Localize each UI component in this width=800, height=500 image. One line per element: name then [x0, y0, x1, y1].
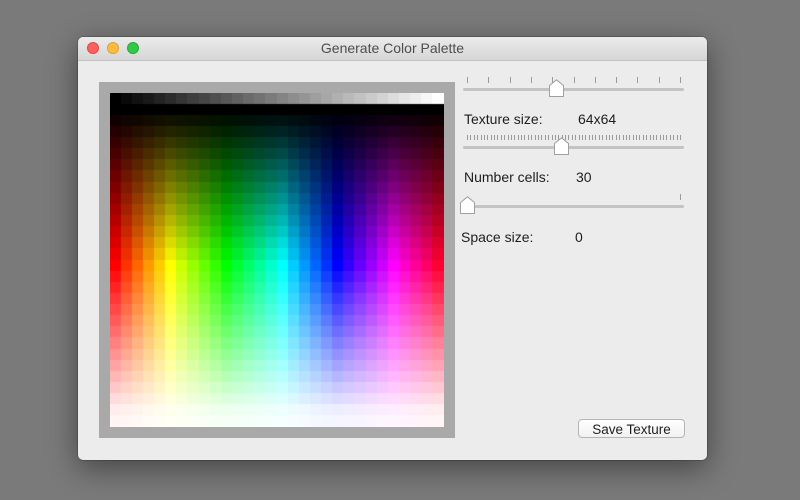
slider-tick — [573, 77, 575, 83]
slider-tick — [531, 135, 533, 140]
number-cells-slider[interactable] — [461, 135, 686, 159]
slider-tick — [497, 135, 499, 140]
slider-tick — [594, 77, 596, 83]
slider-tick — [659, 135, 661, 140]
slider-tick — [500, 135, 502, 140]
slider-tick — [612, 135, 614, 140]
number-cells-label: Number cells: — [464, 169, 550, 185]
slider-tick — [602, 135, 604, 140]
slider-tick — [663, 135, 665, 140]
slider-tick — [632, 135, 634, 140]
slider-tick — [544, 135, 546, 140]
slider-tick — [504, 135, 506, 140]
number-cells-value: 30 — [576, 169, 592, 185]
slider-tick — [527, 135, 529, 140]
slider-tick — [680, 194, 681, 200]
slider-tick — [680, 135, 681, 140]
slider-tick — [666, 135, 668, 140]
slider-tick — [521, 135, 523, 140]
space-size-ticks — [467, 194, 681, 201]
texture-size-thumb[interactable] — [548, 79, 565, 98]
slider-tick — [658, 77, 660, 83]
slider-tick — [477, 135, 479, 140]
slider-tick — [625, 135, 627, 140]
slider-tick — [473, 135, 475, 140]
slider-tick — [676, 135, 678, 140]
slider-tick — [649, 135, 651, 140]
palette-preview-frame — [99, 82, 455, 438]
slider-tick — [524, 135, 526, 140]
texture-size-ticks — [467, 77, 681, 84]
slider-tick — [483, 135, 485, 140]
slider-tick — [605, 135, 607, 140]
slider-tick — [571, 135, 573, 140]
window-title: Generate Color Palette — [320, 40, 465, 56]
slider-tick — [656, 135, 658, 140]
slider-tick — [639, 135, 641, 140]
slider-tick — [494, 135, 496, 140]
slider-tick — [646, 135, 648, 140]
slider-tick — [530, 77, 532, 83]
slider-tick — [510, 135, 512, 140]
slider-tick — [585, 135, 587, 140]
slider-tick — [548, 135, 550, 140]
space-size-track — [463, 205, 684, 208]
slider-tick — [490, 135, 492, 140]
slider-tick — [534, 135, 536, 140]
slider-tick — [642, 135, 644, 140]
title-bar: Generate Color Palette — [78, 37, 707, 61]
space-size-slider[interactable] — [459, 194, 686, 218]
slider-tick — [467, 77, 468, 83]
slider-tick — [578, 135, 580, 140]
slider-tick — [609, 135, 610, 140]
texture-size-slider[interactable] — [461, 77, 686, 101]
slider-tick — [538, 135, 539, 140]
slider-tick — [488, 77, 490, 83]
slider-tick — [487, 135, 489, 140]
slider-tick — [615, 135, 617, 140]
slider-tick — [637, 77, 639, 83]
space-size-label: Space size: — [461, 229, 534, 245]
slider-tick — [592, 135, 594, 140]
number-cells-thumb[interactable] — [553, 137, 570, 156]
slider-tick — [616, 77, 618, 83]
slider-tick — [652, 135, 654, 140]
slider-tick — [509, 77, 511, 83]
slider-tick — [619, 135, 621, 140]
space-size-value: 0 — [575, 229, 583, 245]
slider-tick — [669, 135, 671, 140]
slider-tick — [480, 135, 482, 140]
slider-tick — [595, 135, 597, 140]
palette-window: Generate Color Palette Texture size: 64x… — [78, 37, 707, 460]
slider-tick — [622, 135, 624, 140]
slider-tick — [636, 135, 638, 140]
slider-tick — [507, 135, 509, 140]
texture-size-track — [463, 88, 684, 91]
slider-tick — [517, 135, 519, 140]
save-texture-button[interactable]: Save Texture — [578, 419, 685, 438]
slider-tick — [470, 135, 472, 140]
slider-tick — [581, 135, 583, 140]
number-cells-ticks — [467, 135, 681, 142]
texture-size-label: Texture size: — [464, 111, 543, 127]
slider-tick — [673, 135, 675, 140]
number-cells-track — [463, 146, 684, 149]
slider-tick — [629, 135, 631, 140]
slider-tick — [680, 77, 681, 83]
slider-tick — [467, 135, 468, 140]
slider-tick — [598, 135, 600, 140]
color-palette-preview — [110, 93, 444, 427]
space-size-thumb[interactable] — [459, 196, 476, 215]
slider-tick — [541, 135, 543, 140]
slider-tick — [588, 135, 590, 140]
slider-tick — [575, 135, 577, 140]
texture-size-value: 64x64 — [578, 111, 617, 127]
slider-tick — [514, 135, 516, 140]
